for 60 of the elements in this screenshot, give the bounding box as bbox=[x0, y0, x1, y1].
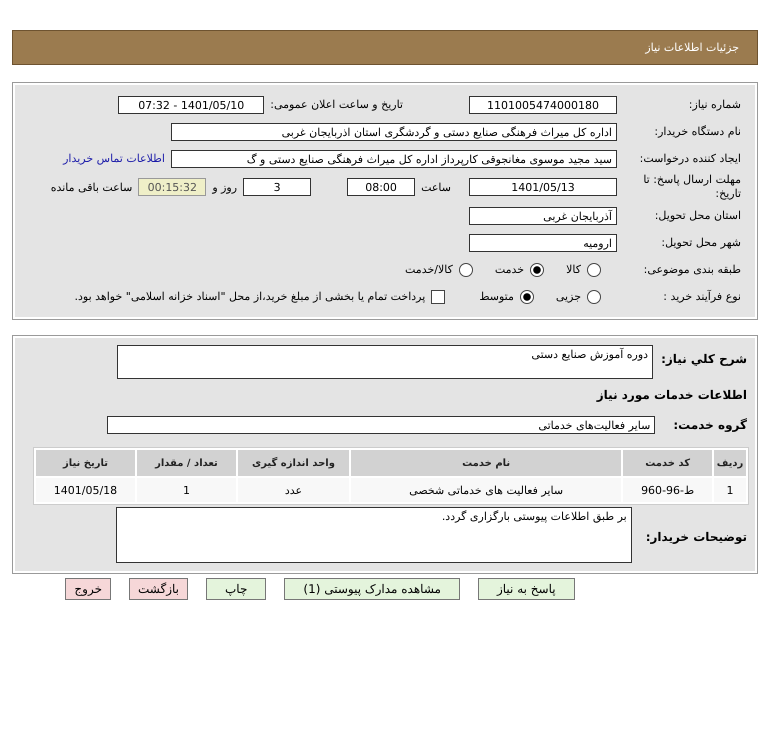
radio-label: متوسط bbox=[479, 290, 514, 303]
action-button[interactable]: بازگشت bbox=[129, 578, 188, 600]
radio-label: کالا/خدمت bbox=[405, 263, 453, 276]
field-label: شهر محل تحویل: bbox=[660, 236, 742, 249]
field-label: نام دستگاه خریدار: bbox=[653, 125, 742, 138]
table-cell: 1401/05/18 bbox=[36, 478, 135, 502]
need-number-field: 1101005474000180 bbox=[469, 96, 617, 114]
field-label: ساعت باقی مانده bbox=[50, 180, 132, 194]
field-label: ساعت bbox=[421, 180, 451, 194]
field-label: استان محل تحویل: bbox=[654, 209, 742, 222]
action-button[interactable]: پاسخ به نیاز bbox=[478, 578, 575, 600]
deadline-date-field: 1401/05/13 bbox=[469, 178, 617, 196]
province-field: آذربایجان غربی bbox=[469, 206, 617, 224]
radio-button[interactable] bbox=[530, 262, 544, 276]
column-header: کد خدمت bbox=[623, 450, 712, 476]
requester-field: سید مجید موسوی مغانجوقی کارپرداز اداره کل میراث فرهنگی صنایع دستی و گ bbox=[171, 150, 617, 168]
radio-label: کالا bbox=[566, 263, 581, 276]
page-title: جزئیات اطلاعات نیاز bbox=[645, 41, 739, 54]
column-header: تاریخ نیاز bbox=[36, 450, 135, 476]
field-label: توضیحات خریدار: bbox=[644, 529, 748, 545]
radio-button[interactable] bbox=[520, 290, 534, 304]
field-label: مهلت ارسال پاسخ: تا تاریخ: bbox=[642, 173, 742, 201]
field-label: طبقه بندی موضوعی: bbox=[642, 263, 742, 276]
field-label: تاریخ و ساعت اعلان عمومی: bbox=[270, 98, 403, 111]
radio-button[interactable] bbox=[587, 290, 601, 304]
action-button[interactable]: چاپ bbox=[206, 578, 266, 600]
radio-label: جزیی bbox=[556, 290, 581, 303]
service-group-field: سایر فعالیت‌های خدماتی bbox=[107, 416, 656, 434]
radio-label: خدمت bbox=[494, 263, 524, 276]
field-label: روز و bbox=[212, 180, 238, 194]
field-label: ایجاد کننده درخواست: bbox=[638, 152, 742, 165]
field-label: شماره نیاز: bbox=[688, 98, 742, 111]
buyer-field: اداره کل میراث فرهنگی صنایع دستی و گردشگری استان اذربایجان غربی bbox=[171, 122, 617, 140]
radio-button[interactable] bbox=[587, 262, 601, 276]
announce-date-field: 1401/05/10 - 07:32 bbox=[118, 96, 264, 114]
remaining-time-field: 00:15:32 bbox=[138, 178, 206, 196]
checkbox-label: پرداخت تمام یا بخشی از مبلغ خرید،از محل "اسناد خزانه اسلامی" خواهد بود. bbox=[74, 290, 426, 303]
field-label: نوع فرآیند خرید : bbox=[662, 290, 742, 303]
table-cell: 1 bbox=[136, 478, 236, 502]
deadline-time-field: 08:00 bbox=[347, 178, 416, 196]
summary-field: دوره آموزش صنایع دستی bbox=[117, 345, 654, 379]
days-field: 3 bbox=[243, 178, 312, 196]
contact-link[interactable]: اطلاعات تماس خریدار bbox=[63, 152, 165, 165]
buyer-notes-field: بر طبق اطلاعات پیوستی بارگزاری گردد. bbox=[116, 507, 632, 563]
action-button[interactable]: مشاهده مدارک پیوستی (1) bbox=[284, 578, 460, 600]
column-header: تعداد / مقدار bbox=[136, 450, 236, 476]
table-cell: عدد bbox=[238, 478, 350, 502]
column-header: واحد اندازه گیری bbox=[238, 450, 350, 476]
field-label: شرح کلي نياز: bbox=[660, 351, 748, 367]
table-cell: 1 bbox=[714, 478, 746, 502]
action-button[interactable]: خروج bbox=[65, 578, 111, 600]
city-field: ارومیه bbox=[469, 234, 617, 252]
checkbox[interactable] bbox=[431, 290, 446, 304]
field-label: گروه خدمت: bbox=[672, 417, 748, 433]
section-heading: اطلاعات خدمات مورد نیاز bbox=[595, 387, 748, 403]
table-cell: ط-96-960 bbox=[623, 478, 712, 502]
column-header: نام خدمت bbox=[351, 450, 622, 476]
radio-button[interactable] bbox=[458, 262, 473, 276]
table-cell: سایر فعالیت های خدماتی شخصی bbox=[351, 478, 622, 502]
column-header: ردیف bbox=[714, 450, 746, 476]
